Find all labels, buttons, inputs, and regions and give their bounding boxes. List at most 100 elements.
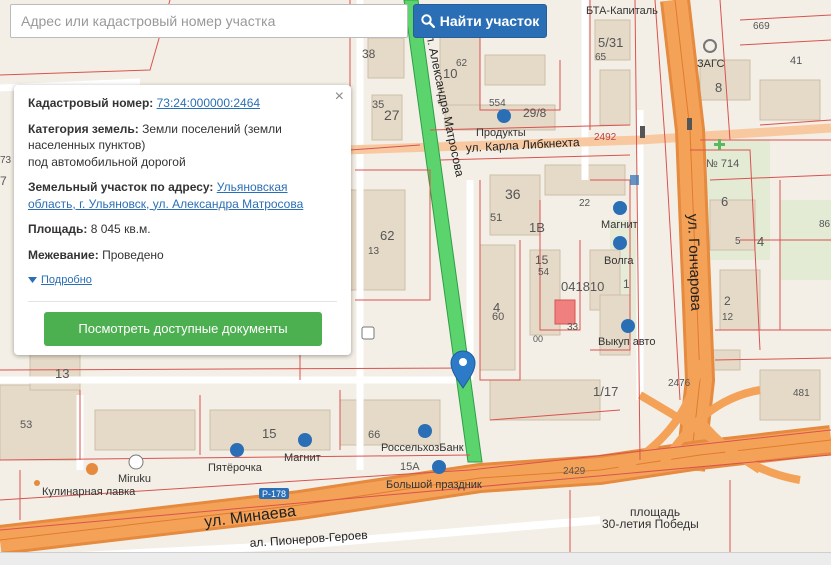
bank-icon [418, 424, 432, 438]
house-number: 35 [372, 99, 384, 111]
area-row: Площадь: 8 045 кв.м. [28, 221, 337, 238]
house-number: 669 [753, 21, 770, 32]
house-number: 73 [0, 155, 12, 166]
poi-label-magnit-bottom: Магнит [284, 452, 321, 464]
house-number: 86 [819, 219, 831, 230]
house-number: 15 [262, 426, 276, 441]
house-number: 33 [567, 322, 579, 333]
poi-label-kulinar: Кулинарная лавка [42, 486, 136, 498]
parcel-info-popup: × Кадастровый номер: 73:24:000000:2464 К… [14, 85, 351, 355]
shop-icon [230, 443, 244, 457]
house-number: 51 [490, 212, 502, 224]
cafe-icon [34, 480, 40, 486]
house-number: 15 [535, 253, 549, 267]
gift-icon [432, 460, 446, 474]
cadastral-number-link[interactable]: 73:24:000000:2464 [157, 96, 260, 110]
poi-label-prazdnik: Большой праздник [386, 479, 482, 491]
search-input[interactable] [10, 4, 408, 38]
house-number: 5 [735, 236, 741, 247]
area-value: 8 045 кв.м. [90, 222, 151, 236]
house-number: 2429 [563, 466, 586, 477]
house-number: 65 [595, 52, 607, 63]
shop-icon [497, 109, 511, 123]
car-icon [621, 319, 635, 333]
poi-label-bank: РоссельхозБанк [381, 442, 464, 454]
parcel-code: 2492 [594, 132, 617, 143]
highlighted-building [554, 299, 576, 325]
house-number: 12 [722, 312, 734, 323]
house-number: 4 [493, 300, 500, 315]
house-number: 13 [55, 366, 69, 381]
house-number: 15А [400, 461, 420, 473]
land-category-value-3: под автомобильной дорогой [28, 154, 186, 169]
house-number: 13 [368, 246, 380, 257]
house-number: 27 [384, 107, 400, 123]
address-row: Земельный участок по адресу: Ульяновская… [28, 179, 337, 212]
house-number: 7 [0, 174, 7, 188]
house-number: 62 [456, 58, 468, 69]
divider [28, 300, 337, 302]
traffic-light-icon [687, 118, 692, 130]
house-number: 29/8 [523, 106, 547, 120]
house-number: 4 [757, 234, 764, 249]
poi-label-miruku: Miruku [118, 473, 151, 485]
details-toggle[interactable]: Подробно [28, 272, 337, 289]
house-number: 2 [724, 294, 731, 308]
land-category-value-1: Земли поселений (земли [142, 121, 282, 136]
poi-label-zags: ЗАГС [697, 58, 724, 70]
area-label: Площадь: [28, 222, 88, 236]
house-number: 38 [362, 47, 376, 61]
road-badge-label: Р-178 [262, 489, 286, 499]
house-number: 1/17 [593, 384, 618, 399]
survey-row: Межевание: Проведено [28, 247, 337, 264]
details-toggle-label: Подробно [41, 274, 92, 286]
poi-label-pyaterochka: Пятёрочка [208, 462, 263, 474]
view-documents-button[interactable]: Посмотреть доступные документы [44, 312, 322, 346]
land-category-value-2: населенных пунктов) [28, 138, 146, 152]
house-number: 53 [20, 419, 32, 431]
toilet-icon [361, 326, 375, 340]
bottom-scrollbar[interactable] [0, 552, 831, 565]
poi-label-magnit-top: Магнит [601, 219, 638, 231]
shop-icon [613, 201, 627, 215]
shop-icon [298, 433, 312, 447]
poi-label-vykup: Выкуп авто [598, 336, 655, 348]
survey-label: Межевание: [28, 247, 99, 262]
house-number: 66 [368, 429, 380, 441]
traffic-light-icon [640, 126, 645, 138]
house-number: 62 [380, 228, 394, 243]
search-button[interactable]: Найти участок [413, 4, 547, 38]
street-label-goncharova: ул. Гончарова [684, 214, 704, 312]
house-number: 00 [533, 334, 543, 344]
address-link-2[interactable]: область, г. Ульяновск, ул. Александра Ма… [28, 197, 303, 211]
house-number: 1 [623, 277, 630, 291]
cadastral-number-label: Кадастровый номер: [28, 96, 154, 110]
land-category-label: Категория земель: [28, 121, 139, 136]
house-number: 554 [489, 98, 506, 109]
close-icon[interactable]: × [335, 89, 344, 105]
house-number: № 714 [706, 158, 739, 170]
caret-down-icon [28, 277, 37, 284]
address-label: Земельный участок по адресу: [28, 180, 214, 194]
bed-icon [613, 236, 627, 250]
land-category-row: Категория земель: Земли поселений (земли… [28, 121, 337, 171]
poi-label-square-2: 30-летия Победы [602, 517, 699, 531]
house-number: 2476 [668, 378, 691, 389]
survey-value: Проведено [102, 247, 164, 262]
address-link-1[interactable]: Ульяновская [217, 180, 288, 194]
building-icon [630, 175, 639, 185]
house-number: 54 [538, 267, 550, 278]
house-number: 22 [579, 198, 591, 209]
search-icon [421, 14, 435, 28]
poi-label-bta: БТА-Капиталь [586, 5, 658, 17]
poi-label-volga: Волга [604, 255, 634, 267]
restaurant-icon [86, 463, 98, 475]
house-number: 6 [721, 194, 728, 209]
restaurant-icon [128, 454, 144, 470]
house-number: 481 [793, 388, 810, 399]
house-number: 1В [529, 220, 545, 235]
cadastral-number-row: Кадастровый номер: 73:24:000000:2464 [28, 95, 337, 112]
house-number: 5/31 [598, 35, 623, 50]
house-number: 41 [790, 55, 802, 67]
house-number: 041810 [561, 279, 604, 294]
